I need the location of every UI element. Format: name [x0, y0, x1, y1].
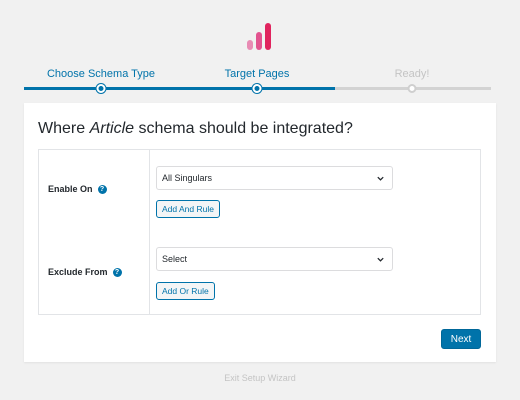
exclude-from-label: Exclude From ?	[48, 267, 122, 277]
step-ready: Ready!	[394, 68, 430, 80]
card-title-suffix: schema should be integrated?	[134, 120, 353, 137]
enable-on-label-text: Enable On	[48, 184, 93, 194]
step-dot-choose-schema-type	[96, 84, 106, 93]
exclude-from-select[interactable]: Select	[156, 247, 393, 271]
help-icon[interactable]: ?	[112, 267, 122, 277]
chevron-down-icon	[377, 176, 384, 181]
enable-on-label: Enable On ?	[48, 184, 107, 194]
card-title-schema-name: Article	[89, 120, 135, 137]
setup-progress: Choose Schema Type Target Pages Ready!	[24, 68, 491, 98]
step-choose-schema-type[interactable]: Choose Schema Type	[47, 68, 155, 80]
add-or-rule-button[interactable]: Add Or Rule	[156, 282, 215, 300]
enable-on-select-value: All Singulars	[162, 173, 213, 183]
card-title: Where Article schema should be integrate…	[38, 120, 353, 138]
bar-chart-logo-icon	[247, 23, 271, 50]
exclude-from-label-text: Exclude From	[48, 267, 108, 277]
rules-table: Enable On ? All Singulars Add And Rule E…	[38, 149, 481, 315]
help-icon[interactable]: ?	[97, 184, 107, 194]
step-dot-ready	[407, 84, 417, 93]
target-pages-card: Where Article schema should be integrate…	[24, 103, 496, 362]
next-button[interactable]: Next	[441, 329, 481, 349]
column-divider	[149, 150, 150, 314]
step-dot-target-pages	[252, 84, 262, 93]
enable-on-select[interactable]: All Singulars	[156, 166, 393, 190]
step-target-pages[interactable]: Target Pages	[225, 68, 290, 80]
exclude-from-select-value: Select	[162, 254, 188, 264]
progress-track-complete	[24, 87, 335, 90]
chevron-down-icon	[377, 257, 384, 262]
exit-setup-wizard-link[interactable]: Exit Setup Wizard	[0, 373, 520, 383]
add-and-rule-button[interactable]: Add And Rule	[156, 200, 220, 218]
card-title-prefix: Where	[38, 120, 90, 137]
